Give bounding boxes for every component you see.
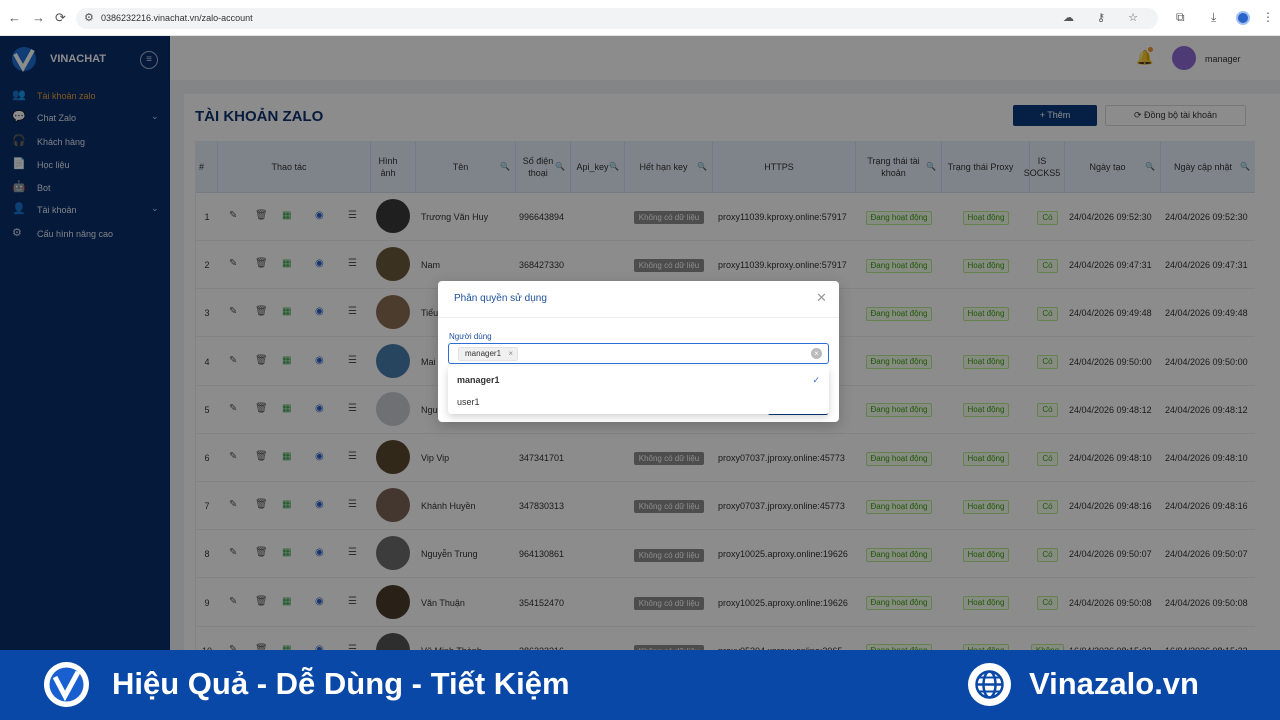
download-icon[interactable]: ⤓ [1211,10,1216,25]
option-manager1[interactable]: manager1 ✓ [448,369,829,391]
close-icon[interactable]: ✕ [816,290,827,306]
modal-divider [438,317,839,318]
check-icon: ✓ [812,375,820,385]
browser-toolbar: ← → ⟳ ⚙ 0386232216.vinachat.vn/zalo-acco… [0,0,1280,36]
promo-banner: Hiệu Quả - Dễ Dùng - Tiết Kiệm Vinazalo.… [0,650,1280,720]
website-text: Vinazalo.vn [1029,666,1199,701]
modal-title: Phân quyền sử dụng [454,293,547,304]
app-root: ← → ⟳ ⚙ 0386232216.vinachat.vn/zalo-acco… [0,0,1280,720]
option-user1[interactable]: user1 [448,391,829,413]
vinazalo-logo-icon [44,662,89,707]
selected-user-chip: manager1 × [458,347,519,361]
slogan-text: Hiệu Quả - Dễ Dùng - Tiết Kiệm [112,666,570,701]
clear-selection-icon[interactable]: × [811,348,822,359]
user-select[interactable]: manager1 × × [448,343,829,364]
user-field-label: Người dùng [449,332,492,341]
url-text[interactable]: 0386232216.vinachat.vn/zalo-account [101,13,253,23]
option-label: manager1 [457,375,500,385]
profile-avatar[interactable] [1236,11,1250,25]
extensions-icon[interactable]: ⧉ [1176,10,1185,25]
address-bar[interactable]: ⚙ 0386232216.vinachat.vn/zalo-account ☁ … [76,8,1158,29]
chip-label: manager1 [465,349,502,358]
site-settings-icon[interactable]: ⚙ [84,11,94,24]
globe-icon [968,663,1011,706]
browser-menu-icon[interactable]: ⋮ [1262,10,1274,24]
user-dropdown: manager1 ✓ user1 [448,366,829,414]
back-icon[interactable]: ← [8,11,21,25]
reload-icon[interactable]: ⟳ [55,11,66,25]
forward-icon[interactable]: → [32,11,45,25]
option-label: user1 [457,397,480,407]
chip-remove-icon[interactable]: × [508,348,513,360]
address-bar-actions-icon[interactable]: ☁ ⚷ ☆ [1063,11,1148,24]
